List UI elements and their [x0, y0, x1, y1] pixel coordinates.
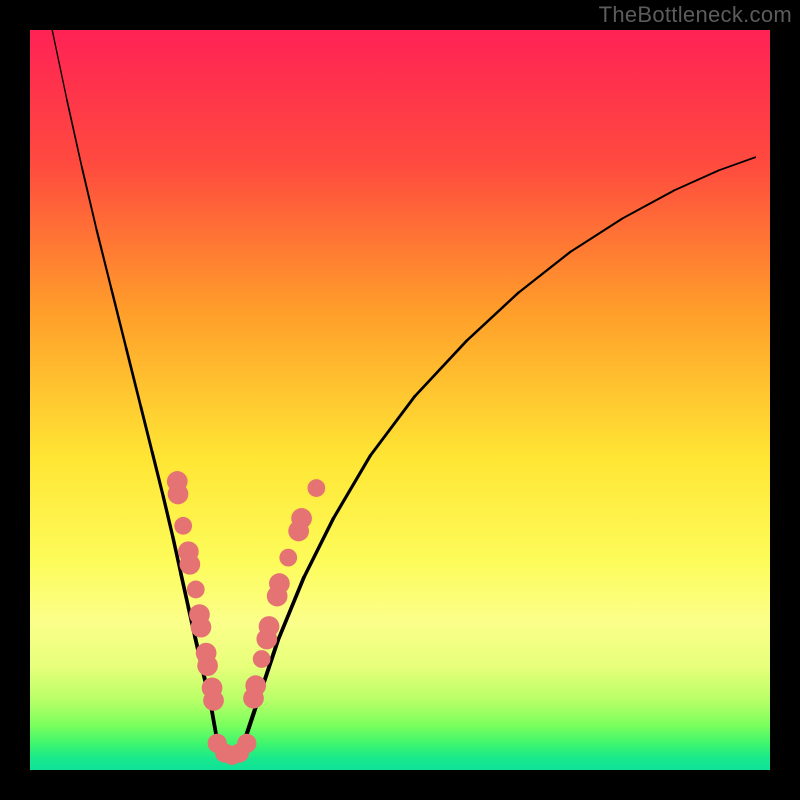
- data-marker: [259, 616, 280, 637]
- data-marker: [279, 549, 297, 567]
- data-marker: [245, 675, 266, 696]
- data-marker: [179, 554, 200, 575]
- chart-svg: [30, 30, 770, 770]
- data-marker: [191, 617, 212, 638]
- watermark-label: TheBottleneck.com: [599, 2, 792, 28]
- data-marker: [237, 734, 256, 753]
- data-marker: [203, 690, 224, 711]
- plot-area: [30, 30, 770, 770]
- data-marker: [174, 517, 192, 535]
- data-marker: [187, 581, 205, 599]
- data-marker: [168, 484, 189, 505]
- gradient-background: [30, 30, 770, 770]
- data-marker: [197, 655, 218, 676]
- data-marker: [269, 573, 290, 594]
- data-marker: [253, 650, 271, 668]
- data-marker: [308, 479, 326, 497]
- chart-frame: TheBottleneck.com: [0, 0, 800, 800]
- data-marker: [291, 508, 312, 529]
